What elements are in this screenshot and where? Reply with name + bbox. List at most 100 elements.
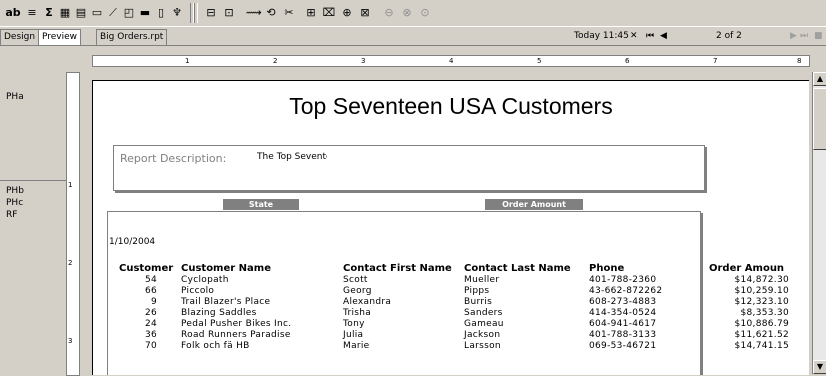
scroll-down-icon[interactable]: ▼ xyxy=(813,360,826,374)
ruler-mark: 7 xyxy=(713,57,718,65)
phone-cell: 401-788-2360 xyxy=(589,275,657,285)
ruler-mark: 6 xyxy=(625,57,630,65)
phone-cell: 401-788-3133 xyxy=(589,330,657,340)
column-header-order-amount: Order Amoun xyxy=(709,263,785,274)
contact-last-name-cell: Jackson xyxy=(464,330,501,340)
column-header-contact-last-name: Contact Last Name xyxy=(464,263,571,274)
description-box: Report Description: The Top Seventeen US… xyxy=(113,145,705,191)
customer-id-cell: 9 xyxy=(150,297,157,307)
dependency-checker-button[interactable]: ⊖ xyxy=(382,3,396,23)
customer-name-cell: Pedal Pusher Bikes Inc. xyxy=(181,319,292,329)
column-header-phone: Phone xyxy=(589,263,625,274)
subreport-button[interactable]: ▭ xyxy=(90,3,104,23)
order-amount-cell: $8,353.30 xyxy=(740,308,789,318)
ruler-mark: 2 xyxy=(68,259,73,267)
vertical-ruler: 1 2 3 xyxy=(66,72,80,376)
customer-name-cell: Blazing Saddles xyxy=(181,308,257,318)
scroll-up-icon[interactable]: ▲ xyxy=(813,72,826,86)
customer-name-cell: Cyclopath xyxy=(181,275,229,285)
toolbar-separator xyxy=(194,3,198,23)
report-title: Top Seventeen USA Customers xyxy=(289,93,613,119)
report-explorer-button[interactable]: ⊕ xyxy=(340,3,354,23)
vertical-scrollbar[interactable]: ▲ ▼ xyxy=(812,72,826,374)
contact-first-name-cell: Trisha xyxy=(343,308,372,318)
order-amount-header: Order Amount xyxy=(485,199,583,210)
olap-grid-button[interactable]: ▤ xyxy=(74,3,88,23)
contact-first-name-cell: Georg xyxy=(343,286,372,296)
formula-button[interactable]: ⊞ xyxy=(304,3,318,23)
format-painter-button[interactable]: ✂ xyxy=(282,3,296,23)
line-button[interactable]: ⟋ xyxy=(106,3,120,23)
customer-id-cell: 26 xyxy=(144,308,157,318)
summary-button[interactable]: Σ xyxy=(42,3,56,23)
customer-name-cell: Piccolo xyxy=(181,286,215,296)
workbench-button[interactable]: ⊗ xyxy=(400,3,414,23)
order-amount-cell: $14,872.30 xyxy=(734,275,789,285)
section-divider xyxy=(0,180,66,181)
select-expert-button[interactable]: ⟿ xyxy=(246,3,262,23)
sort-button[interactable]: ⟲ xyxy=(264,3,278,23)
field-object-button[interactable]: ≡ xyxy=(24,3,40,23)
ruler-mark: 1 xyxy=(185,57,190,65)
column-header-customer-name: Customer Name xyxy=(181,263,271,274)
report-date: 1/10/2004 xyxy=(109,237,156,247)
page-indicator: 2 of 2 xyxy=(716,31,742,41)
stop-icon[interactable]: ■ xyxy=(814,29,823,44)
search-button[interactable]: ⊙ xyxy=(418,3,432,23)
customer-name-cell: Trail Blazer's Place xyxy=(181,297,271,307)
chart-button[interactable]: ▯ xyxy=(154,3,168,23)
state-header: State xyxy=(223,199,299,210)
contact-first-name-cell: Marie xyxy=(343,341,370,351)
section-label-phb[interactable]: PHb xyxy=(6,186,24,196)
phone-cell: 414-354-0524 xyxy=(589,308,657,318)
report-page: Top Seventeen USA Customers Report Descr… xyxy=(92,80,809,375)
customer-name-cell: Road Runners Paradise xyxy=(181,330,291,340)
close-icon[interactable]: ✕ xyxy=(630,29,638,44)
last-page-icon[interactable]: ⏭ xyxy=(800,29,808,44)
tab-big-orders[interactable]: Big Orders.rpt xyxy=(96,29,168,45)
order-amount-cell: $10,886.79 xyxy=(734,319,789,329)
order-amount-cell: $11,621.52 xyxy=(734,330,789,340)
contact-first-name-cell: Alexandra xyxy=(343,297,392,307)
cross-tab-button[interactable]: ▦ xyxy=(58,3,72,23)
next-page-icon[interactable]: ▶ xyxy=(790,29,797,44)
section-label-phc[interactable]: PHc xyxy=(6,198,23,208)
text-object-button[interactable]: ab xyxy=(4,3,22,23)
description-label: Report Description: xyxy=(120,152,227,165)
first-page-icon[interactable]: ⏮ xyxy=(646,29,654,44)
insert-section-button[interactable]: ⊡ xyxy=(222,3,236,23)
section-label-pha[interactable]: PHa xyxy=(6,92,24,102)
map-button[interactable]: ♆ xyxy=(170,3,184,23)
picture-button[interactable]: ▬ xyxy=(138,3,152,23)
scroll-thumb[interactable] xyxy=(813,88,826,150)
contact-first-name-cell: Julia xyxy=(343,330,364,340)
column-header-contact-first-name: Contact First Name xyxy=(343,263,452,274)
section-panel: PHa PHb PHc RF xyxy=(0,46,66,374)
customer-id-cell: 70 xyxy=(144,341,157,351)
section-label-rf[interactable]: RF xyxy=(6,210,17,220)
previous-page-icon[interactable]: ◀ xyxy=(660,29,667,44)
field-explorer-button[interactable]: ⌧ xyxy=(322,3,336,23)
ruler-mark: 1 xyxy=(68,181,73,189)
contact-last-name-cell: Gameau xyxy=(464,319,504,329)
box-button[interactable]: ◰ xyxy=(122,3,136,23)
description-text: The Top Seventeen USA Custom xyxy=(257,152,327,162)
phone-cell: 43-662-872262 xyxy=(589,286,663,296)
contact-last-name-cell: Pipps xyxy=(464,286,490,296)
contact-last-name-cell: Sanders xyxy=(464,308,503,318)
tab-bar: Design Preview Big Orders.rpt Today 11:4… xyxy=(0,27,826,46)
contact-last-name-cell: Burris xyxy=(464,297,493,307)
ruler-mark: 8 xyxy=(797,57,802,65)
ruler-mark: 5 xyxy=(537,57,542,65)
tab-preview[interactable]: Preview xyxy=(38,29,82,45)
insert-group-button[interactable]: ⊟ xyxy=(204,3,218,23)
customer-id-cell: 24 xyxy=(144,319,157,329)
customer-id-cell: 36 xyxy=(144,330,157,340)
customer-name-cell: Folk och fä HB xyxy=(181,341,250,351)
horizontal-ruler: 1 2 3 4 5 6 7 8 xyxy=(92,55,810,67)
repository-explorer-button[interactable]: ⊠ xyxy=(358,3,372,23)
tab-design[interactable]: Design xyxy=(0,29,40,45)
ruler-mark: 2 xyxy=(273,57,278,65)
phone-cell: 604-941-4617 xyxy=(589,319,657,329)
contact-first-name-cell: Scott xyxy=(343,275,368,285)
